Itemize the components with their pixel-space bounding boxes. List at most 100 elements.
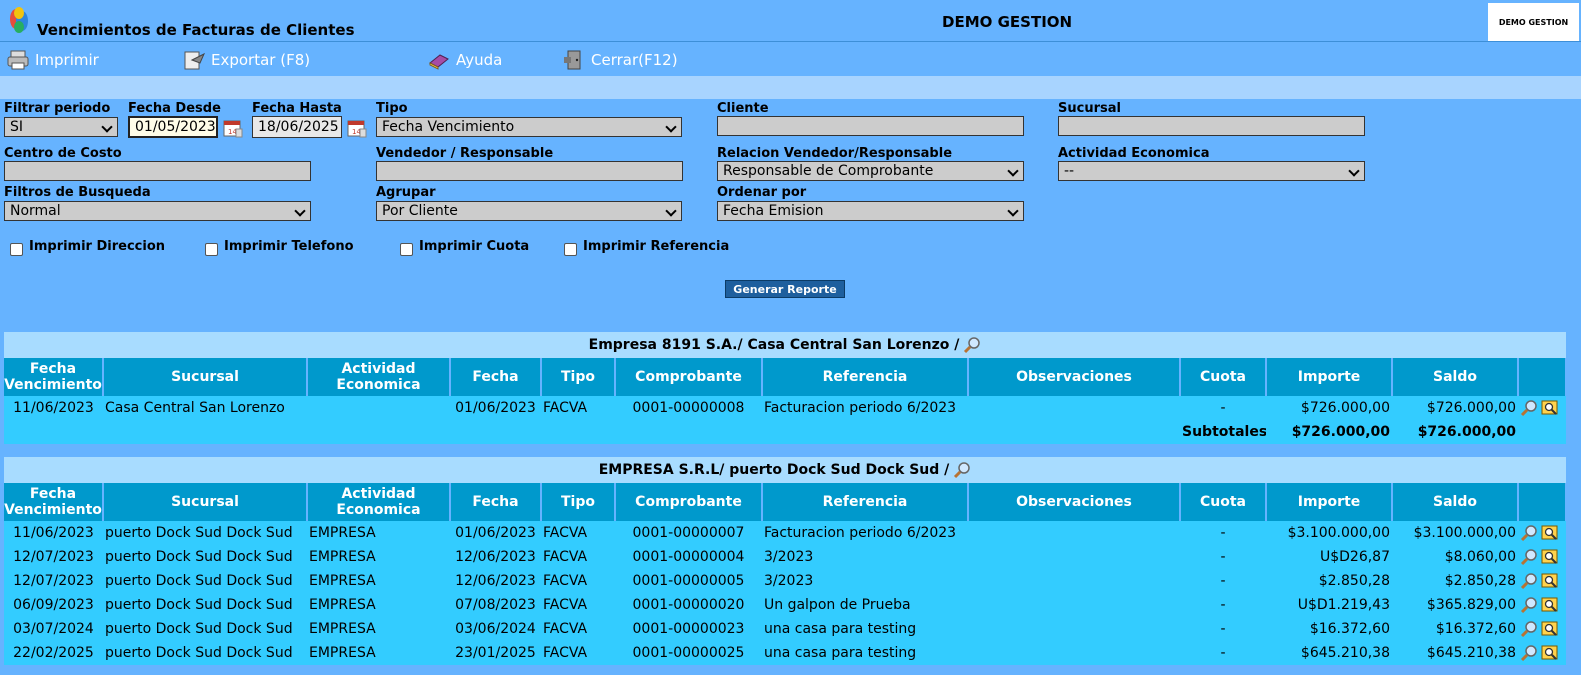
cell-saldo: $2.850,28 <box>1392 569 1518 593</box>
col-comprobante[interactable]: Comprobante <box>615 358 763 396</box>
magnifier-icon[interactable] <box>1520 399 1538 417</box>
edit-search-icon[interactable] <box>1541 596 1559 614</box>
cell-referencia: 3/2023 <box>762 569 968 593</box>
sucursal-input[interactable] <box>1058 116 1365 136</box>
table-row[interactable]: 06/09/2023 puerto Dock Sud Dock Sud EMPRES… <box>4 593 1566 617</box>
busqueda-select[interactable]: Normal <box>4 201 311 221</box>
magnifier-icon[interactable] <box>953 461 971 479</box>
col-actividad[interactable]: Actividad Economica <box>307 358 451 396</box>
busqueda-label: Filtros de Busqueda <box>4 185 151 200</box>
checkbox-box[interactable] <box>400 243 413 256</box>
ordenar-select[interactable]: Fecha Emision <box>717 201 1024 221</box>
subtotal-label: Subtotales <box>1180 420 1266 444</box>
chk-cuota-label: Imprimir Cuota <box>419 239 530 254</box>
magnifier-icon[interactable] <box>1520 644 1538 662</box>
col-sucursal[interactable]: Sucursal <box>103 483 308 521</box>
col-actions[interactable] <box>1518 358 1567 396</box>
relacion-select[interactable]: Responsable de Comprobante <box>717 161 1024 181</box>
col-tipo[interactable]: Tipo <box>541 358 616 396</box>
col-referencia[interactable]: Referencia <box>762 483 969 521</box>
print-button[interactable]: Imprimir <box>6 49 99 71</box>
col-fecha-vencimiento[interactable]: Fecha Vencimiento <box>4 358 104 396</box>
table-row[interactable]: 12/07/2023 puerto Dock Sud Dock Sud EMPRES… <box>4 545 1566 569</box>
table-row[interactable]: 11/06/2023 puerto Dock Sud Dock Sud EMPRES… <box>4 521 1566 545</box>
cell-saldo: $8.060,00 <box>1392 545 1518 569</box>
col-cuota[interactable]: Cuota <box>1180 358 1267 396</box>
cell-referencia: una casa para testing <box>762 617 968 641</box>
chk-telefono-label: Imprimir Telefono <box>224 239 354 254</box>
close-button[interactable]: Cerrar(F12) <box>562 49 678 71</box>
edit-search-icon[interactable] <box>1541 399 1559 417</box>
col-importe[interactable]: Importe <box>1266 483 1393 521</box>
help-button[interactable]: Ayuda <box>427 49 502 71</box>
cell-actividad: EMPRESA <box>307 593 450 617</box>
col-tipo[interactable]: Tipo <box>541 483 616 521</box>
col-importe[interactable]: Importe <box>1266 358 1393 396</box>
col-actividad[interactable]: Actividad Economica <box>307 483 451 521</box>
table-row[interactable]: 22/02/2025 puerto Dock Sud Dock Sud EMPRES… <box>4 641 1566 665</box>
subtotal-spacer-end <box>1518 420 1566 444</box>
checkbox-box[interactable] <box>10 243 23 256</box>
cell-observaciones <box>968 569 1180 593</box>
ordenar-label: Ordenar por <box>717 185 807 200</box>
col-observaciones[interactable]: Observaciones <box>968 483 1181 521</box>
generate-report-button[interactable]: Generar Reporte <box>725 280 845 298</box>
agrupar-select[interactable]: Por Cliente <box>376 201 682 221</box>
periodo-select[interactable]: SI <box>4 117 118 137</box>
export-button[interactable]: Exportar (F8) <box>182 49 310 71</box>
actividad-select[interactable]: -- <box>1058 161 1365 181</box>
table-row[interactable]: 11/06/2023 Casa Central San Lorenzo 01/06/… <box>4 396 1566 420</box>
cell-sucursal: puerto Dock Sud Dock Sud <box>103 593 307 617</box>
calendar-icon[interactable]: 14 <box>222 117 244 139</box>
col-actions[interactable] <box>1518 483 1567 521</box>
chk-referencia[interactable]: Imprimir Referencia <box>564 237 729 256</box>
subtotal-spacer <box>4 420 1180 444</box>
chk-direccion[interactable]: Imprimir Direccion <box>10 237 165 256</box>
col-sucursal[interactable]: Sucursal <box>103 358 308 396</box>
col-cuota[interactable]: Cuota <box>1180 483 1267 521</box>
cliente-input[interactable] <box>717 116 1024 136</box>
col-referencia[interactable]: Referencia <box>762 358 969 396</box>
col-fecha[interactable]: Fecha <box>450 358 542 396</box>
edit-search-icon[interactable] <box>1541 644 1559 662</box>
centro-costo-input[interactable] <box>4 161 311 181</box>
col-saldo[interactable]: Saldo <box>1392 358 1519 396</box>
cell-tipo: FACVA <box>541 545 615 569</box>
cell-tipo: FACVA <box>541 641 615 665</box>
col-fecha-vencimiento-line2: Vencimiento <box>4 502 102 518</box>
cell-sucursal: puerto Dock Sud Dock Sud <box>103 641 307 665</box>
checkbox-box[interactable] <box>564 243 577 256</box>
edit-search-icon[interactable] <box>1541 572 1559 590</box>
edit-search-icon[interactable] <box>1541 620 1559 638</box>
magnifier-icon[interactable] <box>963 336 981 354</box>
export-label: Exportar (F8) <box>211 51 311 69</box>
cell-observaciones <box>968 593 1180 617</box>
col-saldo[interactable]: Saldo <box>1392 483 1519 521</box>
centro-label: Centro de Costo <box>4 146 122 161</box>
magnifier-icon[interactable] <box>1520 524 1538 542</box>
col-comprobante[interactable]: Comprobante <box>615 483 763 521</box>
magnifier-icon[interactable] <box>1520 596 1538 614</box>
vendedor-input[interactable] <box>376 161 683 181</box>
calendar-icon[interactable]: 14 <box>346 117 368 139</box>
table-row[interactable]: 03/07/2024 puerto Dock Sud Dock Sud EMPRES… <box>4 617 1566 641</box>
col-fecha-vencimiento[interactable]: Fecha Vencimiento <box>4 483 104 521</box>
cell-observaciones <box>968 641 1180 665</box>
chk-cuota[interactable]: Imprimir Cuota <box>400 237 529 256</box>
cell-observaciones <box>968 617 1180 641</box>
magnifier-icon[interactable] <box>1520 572 1538 590</box>
fecha-desde-input[interactable]: 01/05/2023 <box>128 116 218 138</box>
tipo-select[interactable]: Fecha Vencimiento <box>376 117 682 137</box>
edit-search-icon[interactable] <box>1541 548 1559 566</box>
table-row[interactable]: 12/07/2023 puerto Dock Sud Dock Sud EMPRES… <box>4 569 1566 593</box>
cell-observaciones <box>968 545 1180 569</box>
magnifier-icon[interactable] <box>1520 620 1538 638</box>
col-observaciones[interactable]: Observaciones <box>968 358 1181 396</box>
checkbox-box[interactable] <box>205 243 218 256</box>
fecha-hasta-input[interactable]: 18/06/2025 <box>252 116 342 138</box>
edit-search-icon[interactable] <box>1541 524 1559 542</box>
chk-telefono[interactable]: Imprimir Telefono <box>205 237 354 256</box>
col-fecha[interactable]: Fecha <box>450 483 542 521</box>
magnifier-icon[interactable] <box>1520 548 1538 566</box>
cell-actividad: EMPRESA <box>307 521 450 545</box>
